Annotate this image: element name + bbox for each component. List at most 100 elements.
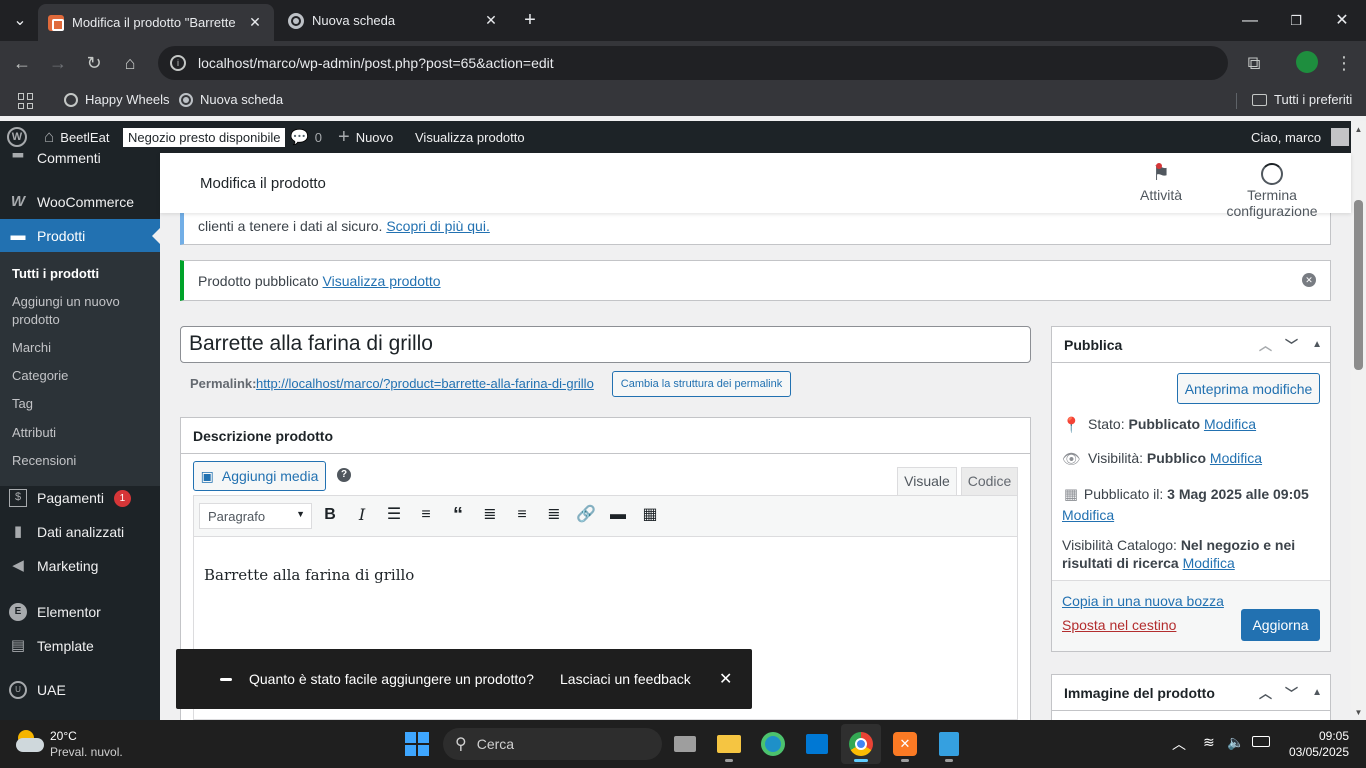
copy-to-draft-link[interactable]: Copia in una nuova bozza	[1062, 593, 1224, 609]
move-up-icon[interactable]: ︿	[1259, 335, 1272, 354]
preview-changes-button[interactable]: Anteprima modifiche	[1177, 373, 1320, 404]
scroll-up-icon[interactable]: ▲	[1351, 125, 1366, 134]
clock-date[interactable]: 03/05/2025	[1281, 745, 1349, 759]
update-button[interactable]: Aggiorna	[1241, 609, 1320, 641]
view-product-link[interactable]: Visualizza prodotto	[415, 121, 525, 153]
minimize-icon[interactable]: —	[1236, 0, 1264, 41]
clock-time[interactable]: 09:05	[1313, 729, 1349, 743]
close-tab-icon[interactable]: ✕	[482, 12, 500, 29]
edit-status-link[interactable]: Modifica	[1204, 416, 1256, 432]
view-product-link[interactable]: Visualizza prodotto	[323, 273, 441, 289]
battery-icon[interactable]	[1252, 736, 1270, 747]
close-window-icon[interactable]: ✕	[1328, 0, 1356, 41]
comments-menu[interactable]: 💬 0	[290, 121, 322, 153]
file-explorer-app[interactable]	[709, 724, 749, 764]
read-more-icon[interactable]: ▬	[607, 504, 629, 526]
all-bookmarks[interactable]: Tutti i preferiti	[1252, 92, 1352, 107]
dismiss-notice-icon[interactable]: ✕	[1302, 273, 1316, 287]
my-account-menu[interactable]: Ciao, marco	[1251, 121, 1350, 153]
change-permalink-button[interactable]: Cambia la struttura dei permalink	[612, 371, 791, 397]
new-tab-icon[interactable]: +	[516, 0, 544, 41]
extensions-icon[interactable]: ⧉	[1240, 49, 1268, 77]
close-tab-icon[interactable]: ✕	[246, 14, 264, 31]
menu-kebab-icon[interactable]: ⋮	[1330, 49, 1358, 77]
sidebar-item-payments[interactable]: $ Pagamenti 1	[0, 481, 160, 515]
new-content-menu[interactable]: + Nuovo	[338, 121, 393, 153]
move-down-icon[interactable]: ﹀	[1285, 683, 1298, 702]
start-button[interactable]	[397, 724, 437, 764]
store-status[interactable]: Negozio presto disponibile	[123, 121, 286, 153]
blockquote-icon[interactable]: “	[447, 504, 469, 526]
wifi-icon[interactable]: ≋	[1203, 734, 1215, 751]
edit-catalog-link[interactable]: Modifica	[1183, 555, 1235, 571]
weather-icon[interactable]	[16, 730, 46, 756]
store-app[interactable]	[797, 724, 837, 764]
bookmark-happy-wheels[interactable]: Happy Wheels	[64, 92, 170, 107]
tab-search-chevron-icon[interactable]: ⌄	[6, 0, 34, 41]
task-view-app[interactable]	[665, 724, 705, 764]
home-icon[interactable]: ⌂	[116, 49, 144, 77]
submenu-all-products[interactable]: Tutti i prodotti	[12, 265, 152, 283]
notepad-app[interactable]	[929, 724, 969, 764]
xampp-app[interactable]: ✕	[885, 724, 925, 764]
edge-app[interactable]	[753, 724, 793, 764]
tab-new[interactable]: Nuova scheda ✕	[278, 4, 510, 37]
permalink-url[interactable]: http://localhost/marco/?product=barrette…	[256, 376, 594, 391]
wp-logo-menu[interactable]: W	[7, 121, 27, 153]
finish-setup-button[interactable]: Termina configurazione	[1204, 161, 1340, 219]
tab-visual[interactable]: Visuale	[897, 467, 957, 496]
back-icon[interactable]: ←	[8, 49, 36, 77]
sidebar-item-uae[interactable]: U UAE	[0, 673, 160, 707]
edit-date-link[interactable]: Modifica	[1062, 507, 1114, 523]
add-media-button[interactable]: ▣ Aggiungi media	[193, 461, 326, 491]
restore-icon[interactable]: ❐	[1282, 0, 1310, 41]
activity-button[interactable]: ⚑ Attività	[1140, 161, 1182, 203]
numbered-list-icon[interactable]: ≡	[415, 504, 437, 526]
chrome-app[interactable]	[841, 724, 881, 764]
sidebar-item-elementor[interactable]: E Elementor	[0, 595, 160, 629]
bullet-list-icon[interactable]: ☰	[383, 504, 405, 526]
close-snackbar-icon[interactable]: ✕	[719, 669, 732, 689]
scroll-down-icon[interactable]: ▼	[1351, 708, 1366, 717]
taskbar-search[interactable]: ⚲ Cerca	[443, 728, 662, 760]
collapse-toggle-icon[interactable]: ▲	[1312, 687, 1322, 698]
format-select[interactable]: Paragrafo ▼	[199, 503, 312, 529]
address-bar[interactable]: i localhost/marco/wp-admin/post.php?post…	[158, 46, 1228, 80]
help-icon[interactable]: ?	[337, 468, 351, 482]
leave-feedback-link[interactable]: Lasciaci un feedback	[560, 671, 691, 687]
link-icon[interactable]: 🔗	[575, 504, 597, 526]
collapse-toggle-icon[interactable]: ▲	[1312, 339, 1322, 350]
site-name-menu[interactable]: ⌂ BeetlEat	[44, 121, 109, 153]
submenu-add-product[interactable]: Aggiungi un nuovo prodotto	[12, 293, 152, 329]
chevron-up-icon[interactable]: ︿	[1172, 734, 1186, 754]
submenu-brands[interactable]: Marchi	[12, 339, 152, 357]
move-down-icon[interactable]: ﹀	[1285, 335, 1298, 354]
tab-code[interactable]: Codice	[961, 467, 1018, 496]
tab-active[interactable]: Modifica il prodotto "Barrette alla fari…	[38, 4, 274, 41]
site-info-icon[interactable]: i	[170, 55, 186, 71]
profile-avatar[interactable]	[1296, 51, 1318, 73]
align-center-icon[interactable]: ≡	[511, 504, 533, 526]
bold-icon[interactable]: B	[319, 504, 341, 526]
sidebar-item-products[interactable]: ▬ Prodotti	[0, 219, 160, 253]
submenu-categories[interactable]: Categorie	[12, 367, 152, 385]
sidebar-item-comments[interactable]: ▀ Commenti	[0, 153, 160, 175]
scrollbar-thumb[interactable]	[1354, 200, 1363, 370]
product-title-input[interactable]: Barrette alla farina di grillo	[180, 326, 1031, 363]
volume-icon[interactable]: 🔈	[1227, 734, 1244, 751]
sidebar-item-woocommerce[interactable]: W WooCommerce	[0, 185, 160, 219]
edit-visibility-link[interactable]: Modifica	[1210, 450, 1262, 466]
submenu-attributes[interactable]: Attributi	[12, 424, 152, 442]
move-to-trash-link[interactable]: Sposta nel cestino	[1062, 617, 1176, 633]
move-up-icon[interactable]: ︿	[1259, 683, 1272, 702]
bookmark-nuova-scheda[interactable]: Nuova scheda	[179, 92, 283, 107]
forward-icon[interactable]: →	[44, 49, 72, 77]
sidebar-item-marketing[interactable]: ◀ Marketing	[0, 549, 160, 583]
italic-icon[interactable]: I	[351, 504, 373, 526]
reload-icon[interactable]: ↻	[80, 49, 108, 77]
submenu-reviews[interactable]: Recensioni	[12, 452, 152, 470]
privacy-learn-more-link[interactable]: Scopri di più qui.	[386, 218, 490, 234]
toolbar-toggle-icon[interactable]: ▦	[639, 504, 661, 526]
align-left-icon[interactable]: ≣	[479, 504, 501, 526]
apps-grid-icon[interactable]	[18, 93, 34, 109]
